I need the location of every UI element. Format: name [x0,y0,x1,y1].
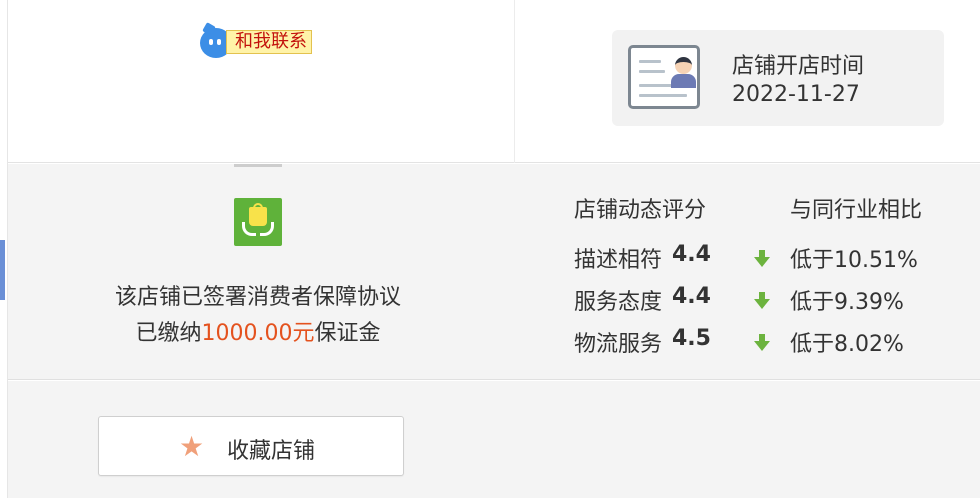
guarantee-prefix: 已缴纳 [135,321,202,346]
deposit-amount: 1000.00元 [201,321,315,346]
top-divider [514,0,515,163]
rating-compare: 低于10.51% [790,248,918,273]
rating-compare: 低于8.02% [790,332,904,357]
compare-title: 与同行业相比 [790,198,923,223]
rating-row-service: 服务态度 4.4 低于9.39% [574,280,974,316]
shop-open-date-card: 店铺开店时间 2022-11-27 [612,30,944,126]
rating-label: 物流服务 [574,332,663,357]
ratings-title: 店铺动态评分 [574,198,707,223]
rating-row-logistics: 物流服务 4.5 低于8.02% [574,322,974,358]
guarantee-suffix: 保证金 [314,321,381,346]
favorite-shop-button[interactable]: ★ 收藏店铺 [98,416,404,476]
down-arrow-icon [754,292,770,310]
guarantee-text: 该店铺已签署消费者保障协议 已缴纳1000.00元保证金 [48,280,468,352]
left-edge-accent [0,240,5,300]
star-icon: ★ [179,430,205,463]
contact-button[interactable]: 和我联系 [200,22,332,58]
rating-score: 4.4 [672,284,711,309]
divider-handle [234,164,282,167]
id-card-icon [628,45,700,109]
rating-compare: 低于9.39% [790,290,904,315]
contact-label: 和我联系 [226,30,312,54]
left-edge [0,0,8,498]
down-arrow-icon [754,250,770,268]
shop-open-date: 2022-11-27 [732,82,860,107]
shop-info-top: 和我联系 店铺开店时间 2022-11-27 [8,0,980,163]
guarantee-shield-icon [234,198,282,246]
rating-label: 描述相符 [574,248,663,273]
shop-actions: ★ 收藏店铺 [8,381,980,498]
guarantee-line2: 已缴纳1000.00元保证金 [48,316,468,352]
rating-row-description: 描述相符 4.4 低于10.51% [574,238,974,274]
down-arrow-icon [754,334,770,352]
shop-open-title: 店铺开店时间 [732,54,865,79]
shop-guarantee-ratings: 该店铺已签署消费者保障协议 已缴纳1000.00元保证金 店铺动态评分 与同行业… [8,164,980,380]
rating-score: 4.4 [672,242,711,267]
rating-label: 服务态度 [574,290,663,315]
guarantee-line1: 该店铺已签署消费者保障协议 [114,285,401,310]
favorite-label: 收藏店铺 [227,439,316,464]
rating-score: 4.5 [672,326,711,351]
